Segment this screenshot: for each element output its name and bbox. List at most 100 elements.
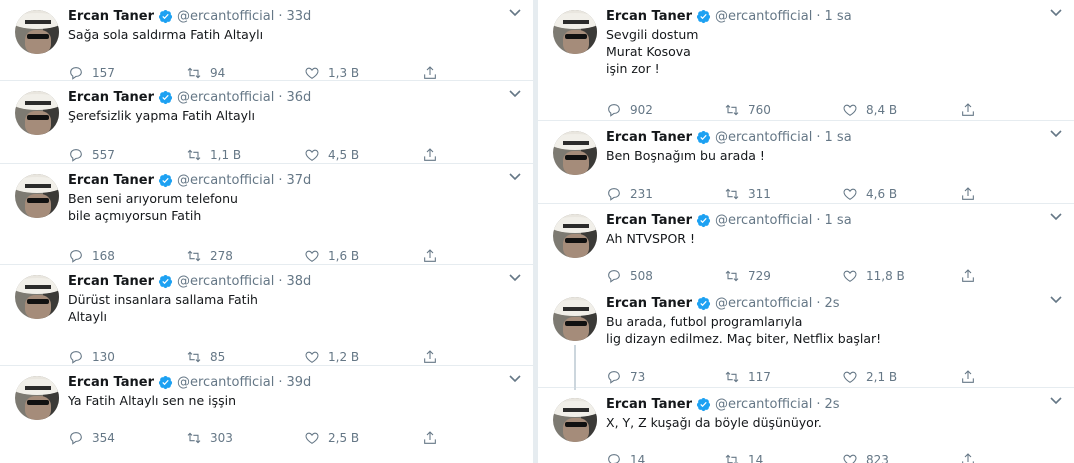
- share-button[interactable]: [960, 102, 984, 118]
- avatar[interactable]: [553, 214, 597, 258]
- chevron-down-icon[interactable]: [509, 273, 521, 283]
- chevron-down-icon[interactable]: [1050, 8, 1062, 18]
- like-button[interactable]: 1,3 B: [304, 65, 422, 81]
- author-name[interactable]: Ercan Taner: [68, 9, 154, 24]
- reply-button[interactable]: 14: [606, 452, 724, 463]
- author-handle[interactable]: @ercantofficial: [715, 296, 812, 311]
- reply-button[interactable]: 157: [68, 65, 186, 81]
- author-handle[interactable]: @ercantofficial: [177, 375, 274, 390]
- reply-button[interactable]: 508: [606, 268, 724, 284]
- reply-button[interactable]: 130: [68, 349, 186, 365]
- tweet[interactable]: Ercan Taner @ercantofficial · 1 sa Ah NT…: [538, 204, 1074, 289]
- retweet-button[interactable]: 760: [724, 102, 842, 118]
- reply-button[interactable]: 73: [606, 369, 724, 385]
- share-button[interactable]: [960, 268, 984, 284]
- avatar[interactable]: [553, 131, 597, 175]
- avatar[interactable]: [15, 10, 59, 54]
- author-name[interactable]: Ercan Taner: [68, 90, 154, 105]
- retweet-button[interactable]: 1,1 B: [186, 147, 304, 163]
- chevron-down-icon[interactable]: [509, 8, 521, 18]
- tweet[interactable]: Ercan Taner @ercantofficial · 33d Sağa s…: [0, 0, 533, 81]
- like-button[interactable]: 4,5 B: [304, 147, 422, 163]
- reply-button[interactable]: 557: [68, 147, 186, 163]
- author-name[interactable]: Ercan Taner: [606, 130, 692, 145]
- author-handle[interactable]: @ercantofficial: [177, 9, 274, 24]
- like-button[interactable]: 4,6 B: [842, 186, 960, 202]
- tweet-timestamp[interactable]: 39d: [287, 375, 312, 390]
- like-button[interactable]: 2,1 B: [842, 369, 960, 385]
- reply-button[interactable]: 168: [68, 248, 186, 264]
- avatar[interactable]: [553, 398, 597, 442]
- share-button[interactable]: [422, 147, 446, 163]
- author-name[interactable]: Ercan Taner: [606, 397, 692, 412]
- tweet[interactable]: Ercan Taner @ercantofficial · 36d Şerefs…: [0, 81, 533, 164]
- like-button[interactable]: 1,6 B: [304, 248, 422, 264]
- tweet-timestamp[interactable]: 2s: [825, 296, 840, 311]
- chevron-down-icon[interactable]: [1050, 212, 1062, 222]
- retweet-button[interactable]: 85: [186, 349, 304, 365]
- tweet-timestamp[interactable]: 1 sa: [825, 213, 852, 228]
- tweet-timestamp[interactable]: 37d: [287, 173, 312, 188]
- author-handle[interactable]: @ercantofficial: [177, 173, 274, 188]
- tweet[interactable]: Ercan Taner @ercantofficial · 1 sa Sevgi…: [538, 0, 1074, 121]
- tweet-timestamp[interactable]: 36d: [287, 90, 312, 105]
- chevron-down-icon[interactable]: [1050, 295, 1062, 305]
- share-button[interactable]: [422, 248, 446, 264]
- retweet-button[interactable]: 311: [724, 186, 842, 202]
- author-name[interactable]: Ercan Taner: [606, 213, 692, 228]
- author-handle[interactable]: @ercantofficial: [177, 274, 274, 289]
- author-name[interactable]: Ercan Taner: [606, 9, 692, 24]
- share-button[interactable]: [960, 186, 984, 202]
- tweet-timestamp[interactable]: 1 sa: [825, 130, 852, 145]
- share-button[interactable]: [960, 369, 984, 385]
- chevron-down-icon[interactable]: [509, 89, 521, 99]
- like-button[interactable]: 823: [842, 452, 960, 463]
- avatar[interactable]: [15, 376, 59, 420]
- tweet[interactable]: Ercan Taner @ercantofficial · 37d Ben se…: [0, 164, 533, 265]
- retweet-button[interactable]: 117: [724, 369, 842, 385]
- author-handle[interactable]: @ercantofficial: [177, 90, 274, 105]
- retweet-button[interactable]: 94: [186, 65, 304, 81]
- author-handle[interactable]: @ercantofficial: [715, 130, 812, 145]
- retweet-button[interactable]: 278: [186, 248, 304, 264]
- tweet[interactable]: Ercan Taner @ercantofficial · 2s Bu arad…: [538, 287, 1074, 388]
- chevron-down-icon[interactable]: [509, 374, 521, 384]
- tweet[interactable]: Ercan Taner @ercantofficial · 39d Ya Fat…: [0, 366, 533, 463]
- tweet-timestamp[interactable]: 1 sa: [825, 9, 852, 24]
- avatar[interactable]: [553, 10, 597, 54]
- tweet-timestamp[interactable]: 2s: [825, 397, 840, 412]
- share-button[interactable]: [422, 349, 446, 365]
- share-button[interactable]: [422, 65, 446, 81]
- reply-button[interactable]: 231: [606, 186, 724, 202]
- like-button[interactable]: 8,4 B: [842, 102, 960, 118]
- like-button[interactable]: 1,2 B: [304, 349, 422, 365]
- author-handle[interactable]: @ercantofficial: [715, 9, 812, 24]
- tweet-timestamp[interactable]: 33d: [287, 9, 312, 24]
- author-name[interactable]: Ercan Taner: [68, 274, 154, 289]
- chevron-down-icon[interactable]: [1050, 396, 1062, 406]
- retweet-button[interactable]: 14: [724, 452, 842, 463]
- avatar[interactable]: [15, 91, 59, 135]
- retweet-button[interactable]: 729: [724, 268, 842, 284]
- author-handle[interactable]: @ercantofficial: [715, 213, 812, 228]
- reply-button[interactable]: 354: [68, 430, 186, 446]
- author-name[interactable]: Ercan Taner: [606, 296, 692, 311]
- avatar[interactable]: [553, 297, 597, 341]
- reply-button[interactable]: 902: [606, 102, 724, 118]
- share-button[interactable]: [960, 452, 984, 463]
- tweet[interactable]: Ercan Taner @ercantofficial · 38d Dürüst…: [0, 265, 533, 366]
- author-name[interactable]: Ercan Taner: [68, 375, 154, 390]
- avatar[interactable]: [15, 275, 59, 319]
- author-name[interactable]: Ercan Taner: [68, 173, 154, 188]
- share-button[interactable]: [422, 430, 446, 446]
- tweet[interactable]: Ercan Taner @ercantofficial · 2s X, Y, Z…: [538, 388, 1074, 463]
- like-button[interactable]: 11,8 B: [842, 268, 960, 284]
- avatar[interactable]: [15, 174, 59, 218]
- retweet-button[interactable]: 303: [186, 430, 304, 446]
- like-button[interactable]: 2,5 B: [304, 430, 422, 446]
- tweet-timestamp[interactable]: 38d: [287, 274, 312, 289]
- chevron-down-icon[interactable]: [509, 172, 521, 182]
- chevron-down-icon[interactable]: [1050, 129, 1062, 139]
- tweet[interactable]: Ercan Taner @ercantofficial · 1 sa Ben B…: [538, 121, 1074, 204]
- author-handle[interactable]: @ercantofficial: [715, 397, 812, 412]
